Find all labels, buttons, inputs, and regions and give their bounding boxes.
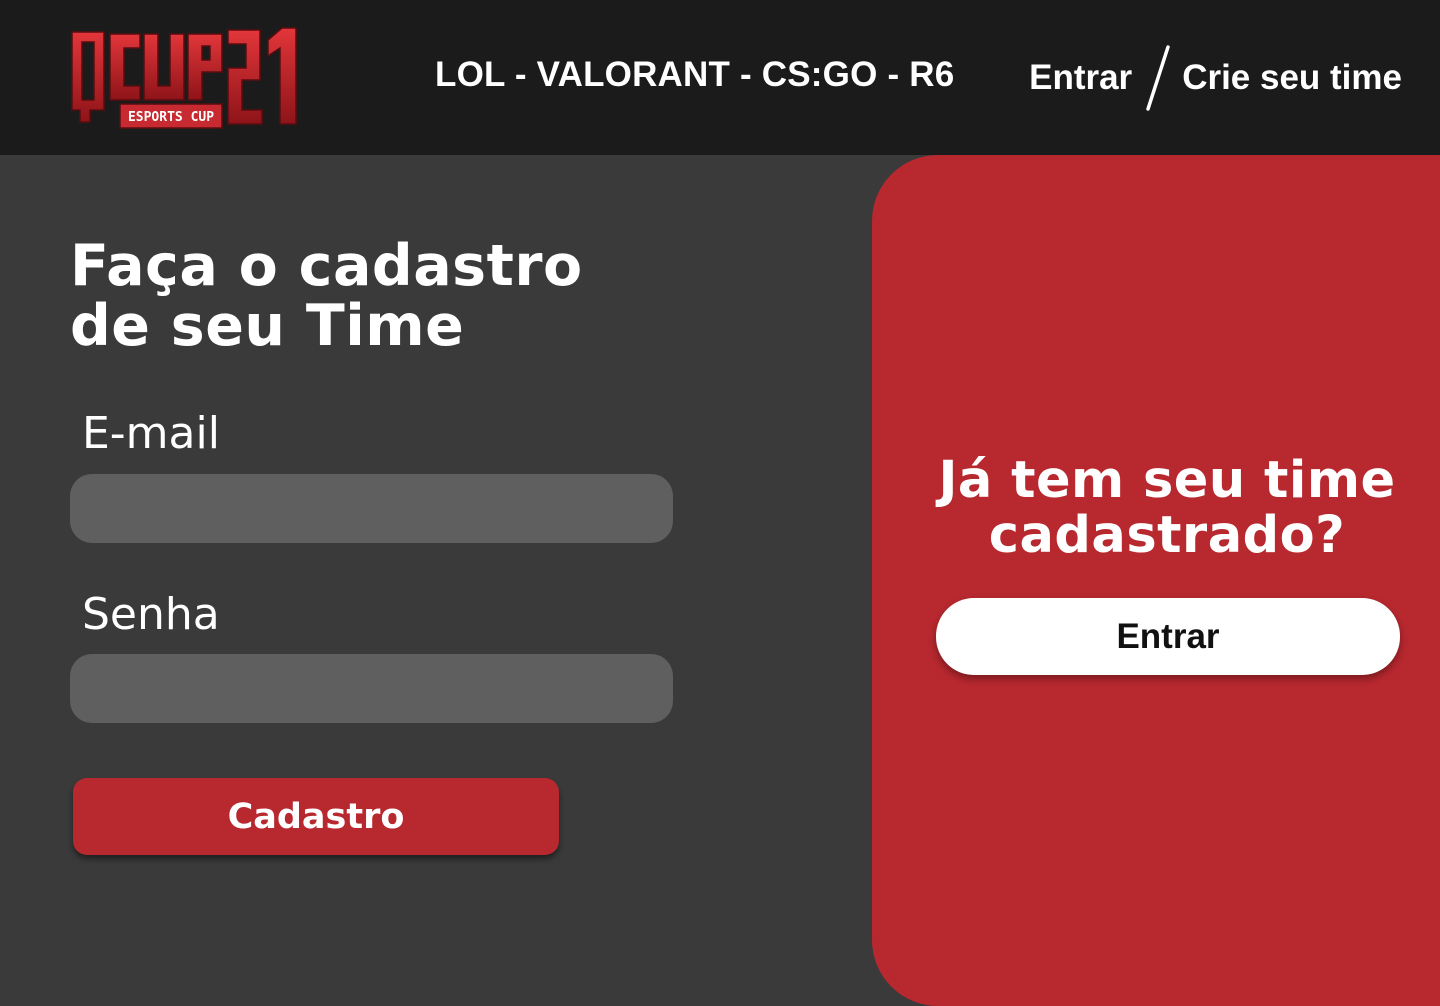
email-field[interactable]: [70, 474, 673, 543]
email-label: E-mail: [82, 408, 220, 459]
form-title-line2: de seu Time: [70, 293, 465, 359]
form-title: Faça o cadastro de seu Time: [70, 236, 680, 356]
login-prompt-line1: Já tem seu time: [938, 451, 1396, 510]
form-title-line1: Faça o cadastro: [70, 233, 583, 299]
logo-tagline: ESPORTS CUP: [128, 110, 214, 125]
auth-nav: Entrar Crie seu time: [1029, 42, 1402, 114]
cadastro-button[interactable]: Cadastro: [73, 778, 559, 855]
top-header: ESPORTS CUP LOL - VALORANT - CS:GO - R6 …: [0, 0, 1440, 155]
login-prompt-heading: Já tem seu time cadastrado?: [872, 453, 1440, 563]
signup-link[interactable]: Crie seu time: [1182, 58, 1402, 98]
entrar-button[interactable]: Entrar: [936, 598, 1400, 675]
slash-divider-icon: [1146, 45, 1170, 111]
games-nav[interactable]: LOL - VALORANT - CS:GO - R6: [435, 55, 954, 95]
password-field[interactable]: [70, 654, 673, 723]
signup-form: Faça o cadastro de seu Time E-mail Senha…: [70, 236, 680, 855]
login-prompt-line2: cadastrado?: [988, 506, 1346, 565]
login-prompt-panel: Já tem seu time cadastrado? Entrar: [872, 155, 1440, 1006]
qcup21-logo[interactable]: ESPORTS CUP: [70, 26, 298, 130]
password-label: Senha: [82, 589, 220, 640]
login-link[interactable]: Entrar: [1029, 58, 1132, 98]
